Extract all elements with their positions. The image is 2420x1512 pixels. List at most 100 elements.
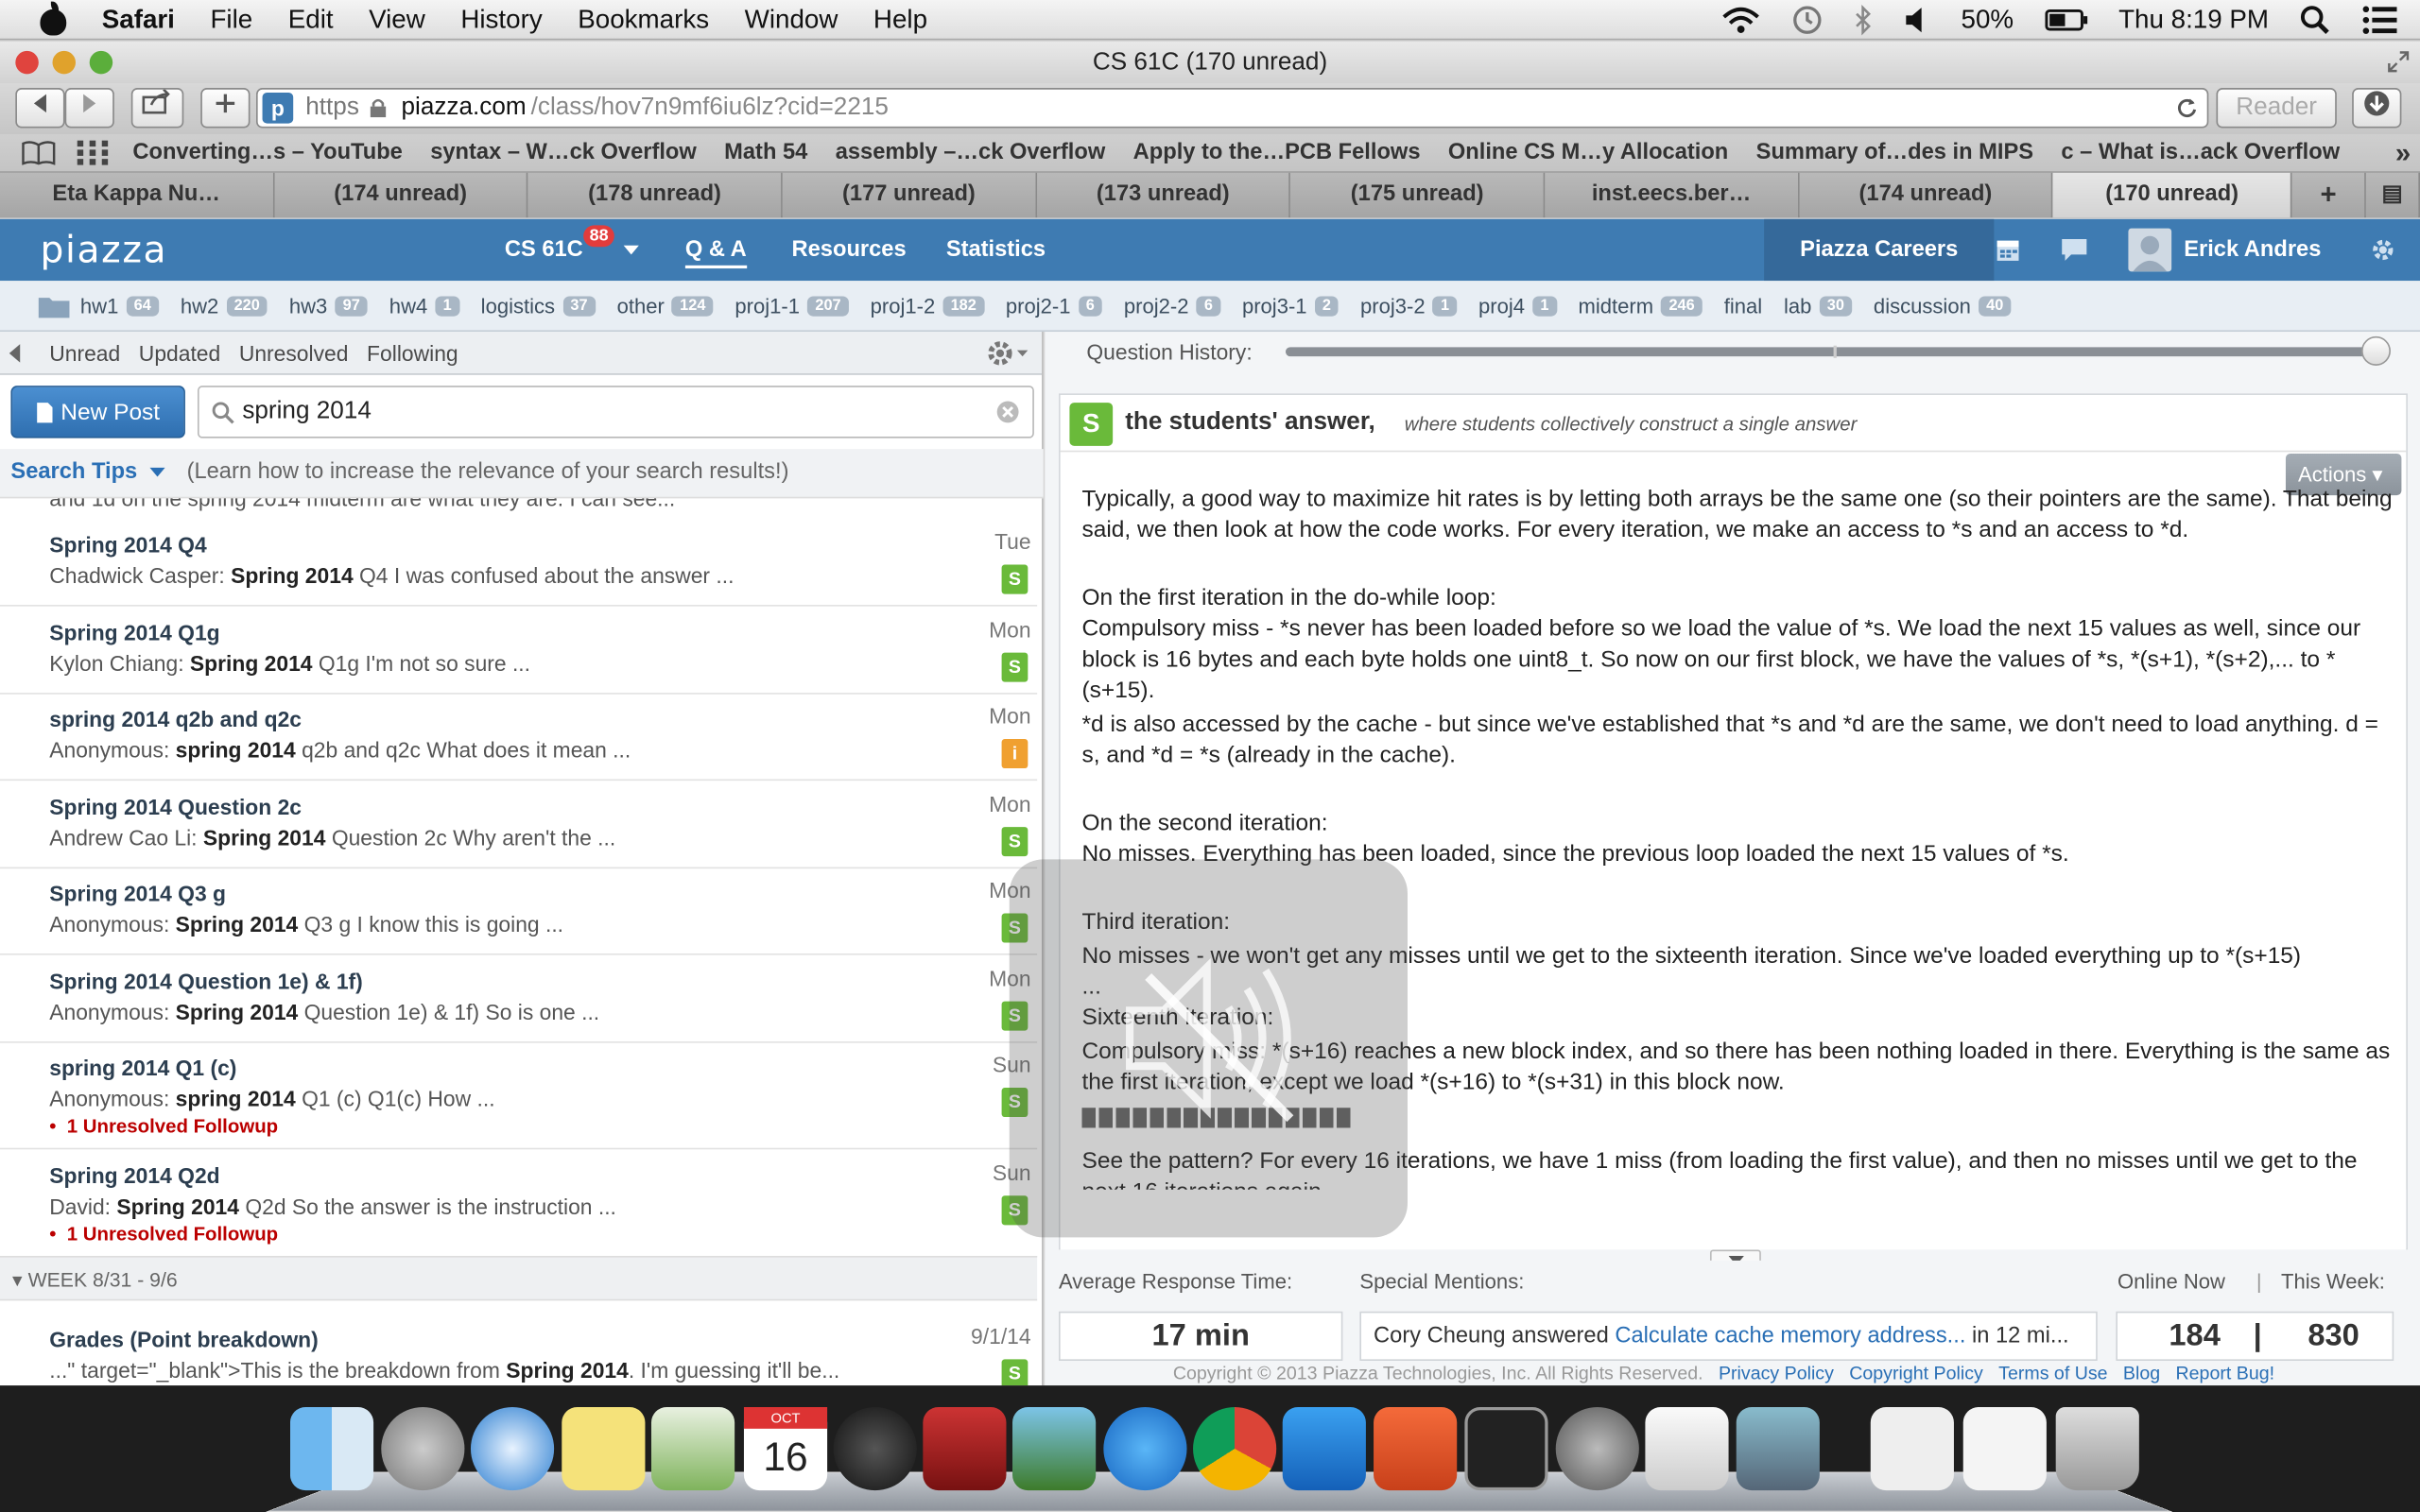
bookmark-item[interactable]: Online CS M…y Allocation: [1448, 141, 1728, 165]
folder-hw3[interactable]: hw3 97: [289, 294, 368, 318]
terminal-icon[interactable]: [1464, 1406, 1548, 1491]
bookmark-item[interactable]: c – What is…ack Overflow: [2061, 141, 2340, 165]
chevron-down-icon[interactable]: [623, 245, 639, 256]
tab-overview-icon[interactable]: ▤: [2365, 172, 2420, 218]
menu-bookmarks[interactable]: Bookmarks: [578, 4, 709, 35]
gear-icon[interactable]: [2371, 237, 2395, 262]
menu-app-name[interactable]: Safari: [102, 4, 175, 35]
post-item[interactable]: Spring 2014 Question 1e) & 1f) Anonymous:…: [0, 955, 1038, 1043]
wifi-icon[interactable]: [1720, 6, 1760, 33]
trash-icon[interactable]: [2055, 1406, 2139, 1491]
notification-center-icon[interactable]: [2361, 4, 2398, 35]
folder-lab[interactable]: lab 30: [1784, 294, 1853, 318]
unresolved-followup[interactable]: • 1 Unresolved Followup: [49, 1115, 278, 1137]
chevron-down-icon[interactable]: [149, 467, 165, 477]
settings-gear-icon[interactable]: [986, 338, 1029, 366]
post-item[interactable]: Spring 2014 Q3 g Anonymous: Spring 2014 Q…: [0, 868, 1038, 955]
menu-window[interactable]: Window: [745, 4, 838, 35]
address-bar[interactable]: p https piazza.com /class/hov7n9mf6iu6lz…: [256, 88, 2209, 129]
menu-file[interactable]: File: [210, 4, 252, 35]
zoom-window-button[interactable]: [89, 50, 113, 75]
filter-unread[interactable]: Unread: [49, 340, 120, 365]
word-icon[interactable]: [1282, 1406, 1366, 1491]
tab-statistics[interactable]: Statistics: [946, 237, 1046, 262]
add-tab-button[interactable]: +: [2291, 172, 2366, 218]
post-item[interactable]: Spring 2014 Q1g Kylon Chiang: Spring 2014…: [0, 607, 1038, 695]
chrome-icon[interactable]: [1193, 1406, 1277, 1491]
folder-other[interactable]: other 124: [617, 294, 714, 318]
stack-downloads-icon[interactable]: [1962, 1406, 2047, 1491]
bookmark-item[interactable]: Summary of…des in MIPS: [1756, 141, 2033, 165]
unresolved-followup[interactable]: • 1 Unresolved Followup: [49, 1224, 278, 1246]
finder-icon[interactable]: [289, 1406, 374, 1491]
folder-midterm[interactable]: midterm 246: [1579, 294, 1703, 318]
browser-tab[interactable]: (177 unread): [782, 172, 1037, 218]
folder-proj1-1[interactable]: proj1-1 207: [735, 294, 849, 318]
downloads-button[interactable]: [2352, 88, 2402, 129]
stickies-icon[interactable]: [562, 1406, 646, 1491]
bookmarks-overflow-icon[interactable]: »: [2395, 136, 2411, 168]
share-button[interactable]: [130, 88, 184, 129]
browser-tab[interactable]: Eta Kappa Nu…: [0, 172, 275, 218]
textedit-icon[interactable]: [1645, 1406, 1729, 1491]
folder-proj3-1[interactable]: proj3-1 2: [1242, 294, 1340, 318]
stack-documents-icon[interactable]: [1870, 1406, 1954, 1491]
battery-icon[interactable]: [2044, 7, 2088, 31]
folder-proj2-1[interactable]: proj2-1 6: [1006, 294, 1103, 318]
folder-hw1[interactable]: hw1 64: [80, 294, 159, 318]
launchpad-icon[interactable]: [381, 1406, 465, 1491]
filter-following[interactable]: Following: [367, 340, 458, 365]
top-sites-grid-icon[interactable]: [77, 140, 109, 165]
calendar-app-icon[interactable]: OCT 16: [743, 1406, 828, 1491]
close-window-button[interactable]: [15, 50, 39, 75]
browser-tab[interactable]: (173 unread): [1036, 172, 1291, 218]
volume-icon[interactable]: [1902, 6, 1929, 33]
post-item[interactable]: Spring 2014 Q4 Chadwick Casper: Spring 20…: [0, 519, 1038, 607]
calendar-icon[interactable]: [1996, 236, 2020, 263]
browser-tab[interactable]: (174 unread): [274, 172, 528, 218]
safari-icon[interactable]: [470, 1406, 555, 1491]
avatar[interactable]: [2128, 228, 2172, 272]
preview-icon[interactable]: [1736, 1406, 1820, 1491]
menu-history[interactable]: History: [460, 4, 542, 35]
tab-qa[interactable]: Q & A: [684, 237, 747, 269]
footer-link-terms[interactable]: Terms of Use: [1998, 1363, 2107, 1384]
chat-icon[interactable]: [2061, 237, 2088, 262]
bluetooth-icon[interactable]: [1853, 4, 1872, 35]
folder-logistics[interactable]: logistics 37: [481, 294, 596, 318]
browser-tab[interactable]: (178 unread): [527, 172, 783, 218]
time-machine-icon[interactable]: [1791, 4, 1823, 35]
post-item[interactable]: Grades (Point breakdown) ..." target="_bl…: [0, 1300, 1037, 1386]
forward-button[interactable]: [64, 88, 114, 129]
browser-tab[interactable]: (175 unread): [1290, 172, 1546, 218]
clear-search-icon[interactable]: [995, 400, 1020, 424]
app-store-icon[interactable]: [1103, 1406, 1187, 1491]
apple-menu-icon[interactable]: [37, 0, 71, 36]
facetime-icon[interactable]: [833, 1406, 917, 1491]
history-slider-track[interactable]: [1285, 347, 2376, 357]
clock[interactable]: Thu 8:19 PM: [2118, 4, 2269, 35]
browser-tab[interactable]: (174 unread): [1799, 172, 2054, 218]
folder-hw2[interactable]: hw2 220: [181, 294, 268, 318]
folder-final[interactable]: final: [1724, 294, 1762, 317]
minimize-window-button[interactable]: [52, 50, 76, 75]
menu-help[interactable]: Help: [873, 4, 927, 35]
spotlight-search-icon[interactable]: [2300, 4, 2331, 35]
course-selector[interactable]: CS 61C: [505, 237, 583, 262]
reader-button[interactable]: Reader: [2216, 88, 2337, 129]
history-slider-handle[interactable]: [2360, 335, 2391, 366]
bookmark-item[interactable]: syntax – W…ck Overflow: [430, 141, 697, 165]
footer-link-copyright[interactable]: Copyright Policy: [1849, 1363, 1983, 1384]
menu-edit[interactable]: Edit: [288, 4, 334, 35]
piazza-logo[interactable]: piazza: [40, 229, 167, 272]
mention-link[interactable]: Calculate cache memory address...: [1615, 1324, 1965, 1349]
filter-unresolved[interactable]: Unresolved: [239, 340, 349, 365]
folder-proj1-2[interactable]: proj1-2 182: [871, 294, 984, 318]
new-post-button[interactable]: New Post: [10, 386, 185, 438]
folder-proj2-2[interactable]: proj2-2 6: [1124, 294, 1221, 318]
folder-proj3-2[interactable]: proj3-2 1: [1360, 294, 1458, 318]
footer-link-privacy[interactable]: Privacy Policy: [1719, 1363, 1834, 1384]
new-tab-button[interactable]: [200, 88, 251, 129]
back-button[interactable]: [15, 88, 65, 129]
folder-hw4[interactable]: hw4 1: [389, 294, 459, 318]
